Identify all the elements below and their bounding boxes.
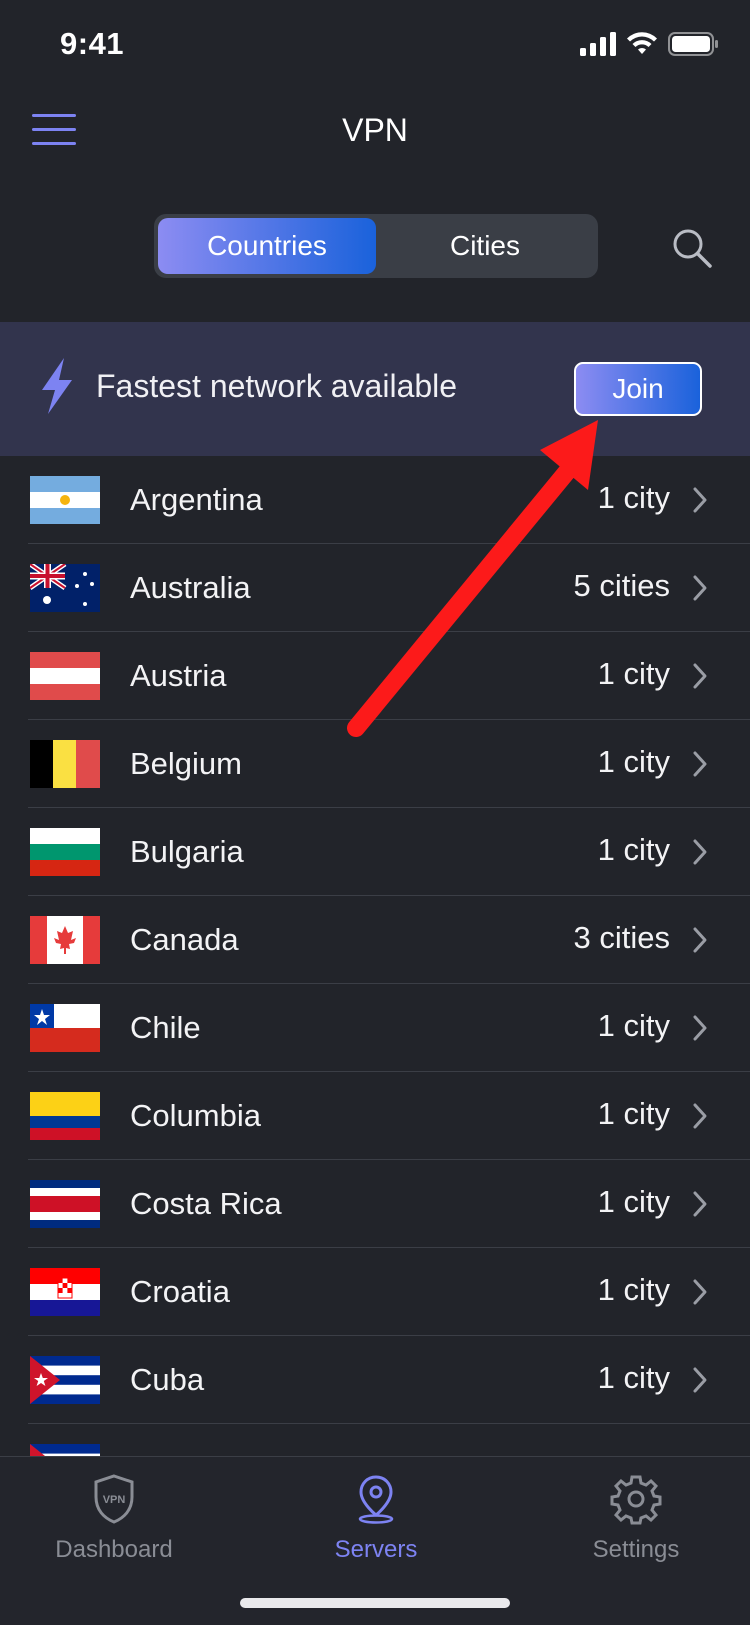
city-count: 1 city bbox=[597, 656, 670, 691]
city-count: 5 cities bbox=[573, 568, 670, 603]
view-segmented-control: Countries Cities bbox=[154, 214, 598, 278]
chile-flag-icon bbox=[30, 1004, 100, 1052]
gear-icon bbox=[610, 1475, 662, 1525]
country-name: Australia bbox=[130, 570, 251, 605]
argentina-flag-icon bbox=[30, 476, 100, 524]
cuba-flag-icon bbox=[30, 1444, 100, 1456]
chevron-right-icon bbox=[693, 1015, 707, 1041]
wifi-icon bbox=[627, 32, 657, 54]
chevron-right-icon bbox=[693, 1191, 707, 1217]
status-bar: 9:41 bbox=[0, 0, 750, 90]
country-name: Belgium bbox=[130, 746, 242, 781]
country-row-partial[interactable] bbox=[0, 1424, 750, 1456]
belgium-flag-icon bbox=[30, 740, 100, 788]
lightning-bolt-icon bbox=[42, 358, 72, 414]
tab-label: Dashboard bbox=[55, 1536, 173, 1563]
chevron-right-icon bbox=[693, 575, 707, 601]
country-name: Canada bbox=[130, 922, 239, 957]
home-indicator bbox=[240, 1598, 510, 1608]
tab-label: Settings bbox=[592, 1536, 680, 1563]
austria-flag-icon bbox=[30, 652, 100, 700]
country-name: Argentina bbox=[130, 482, 263, 517]
city-count: 3 cities bbox=[573, 920, 670, 955]
search-button[interactable] bbox=[670, 226, 714, 270]
chevron-right-icon bbox=[693, 1367, 707, 1393]
city-count: 1 city bbox=[597, 832, 670, 867]
city-count: 1 city bbox=[597, 1008, 670, 1043]
country-row-cuba[interactable]: Cuba 1 city bbox=[0, 1336, 750, 1424]
city-count: 1 city bbox=[597, 744, 670, 779]
chevron-right-icon bbox=[693, 487, 707, 513]
city-count: 1 city bbox=[597, 1272, 670, 1307]
country-name: Bulgaria bbox=[130, 834, 244, 869]
country-row-columbia[interactable]: Columbia 1 city bbox=[0, 1072, 750, 1160]
join-button[interactable]: Join bbox=[574, 362, 702, 416]
status-time: 9:41 bbox=[60, 26, 125, 61]
chevron-right-icon bbox=[693, 839, 707, 865]
chevron-right-icon bbox=[693, 663, 707, 689]
chevron-right-icon bbox=[693, 751, 707, 777]
chevron-right-icon bbox=[693, 927, 707, 953]
country-row-belgium[interactable]: Belgium 1 city bbox=[0, 720, 750, 808]
chevron-right-icon bbox=[693, 1103, 707, 1129]
promo-banner: Fastest network available Join bbox=[0, 322, 750, 456]
svg-text:VPN: VPN bbox=[103, 1494, 126, 1506]
tab-settings[interactable]: Settings bbox=[546, 1473, 726, 1564]
canada-flag-icon bbox=[30, 916, 100, 964]
country-row-chile[interactable]: Chile 1 city bbox=[0, 984, 750, 1072]
city-count: 1 city bbox=[597, 1184, 670, 1219]
country-name: Costa Rica bbox=[130, 1186, 282, 1221]
vpn-shield-icon: VPN bbox=[94, 1474, 134, 1524]
country-row-canada[interactable]: Canada 3 cities bbox=[0, 896, 750, 984]
country-name: Cuba bbox=[130, 1362, 205, 1397]
tab-label: Servers bbox=[334, 1536, 418, 1563]
city-count: 1 city bbox=[597, 1096, 670, 1131]
segment-cities[interactable]: Cities bbox=[376, 218, 594, 274]
country-row-croatia[interactable]: Croatia 1 city bbox=[0, 1248, 750, 1336]
country-row-bulgaria[interactable]: Bulgaria 1 city bbox=[0, 808, 750, 896]
search-icon bbox=[673, 229, 712, 268]
country-name: Austria bbox=[130, 658, 227, 693]
country-name: Columbia bbox=[130, 1098, 261, 1133]
tab-dashboard[interactable]: VPN Dashboard bbox=[24, 1473, 204, 1564]
status-icons bbox=[580, 32, 718, 56]
nav-bar: VPN bbox=[0, 90, 750, 170]
country-name: Croatia bbox=[130, 1274, 230, 1309]
city-count: 1 city bbox=[597, 480, 670, 515]
country-row-argentina[interactable]: Argentina 1 city bbox=[0, 456, 750, 544]
bulgaria-flag-icon bbox=[30, 828, 100, 876]
cellular-signal-icon bbox=[580, 32, 616, 56]
country-row-costa-rica[interactable]: Costa Rica 1 city bbox=[0, 1160, 750, 1248]
country-list: Argentina 1 city Australia 5 cities Aust… bbox=[0, 456, 750, 1456]
segment-countries[interactable]: Countries bbox=[158, 218, 376, 274]
city-count: 1 city bbox=[597, 1360, 670, 1395]
location-pin-icon bbox=[358, 1475, 394, 1524]
chevron-right-icon bbox=[693, 1279, 707, 1305]
croatia-flag-icon bbox=[30, 1268, 100, 1316]
page-title: VPN bbox=[342, 112, 408, 148]
country-name: Chile bbox=[130, 1010, 201, 1045]
country-row-austria[interactable]: Austria 1 city bbox=[0, 632, 750, 720]
tab-servers[interactable]: Servers bbox=[286, 1473, 466, 1564]
banner-text: Fastest network available bbox=[96, 368, 458, 404]
country-row-australia[interactable]: Australia 5 cities bbox=[0, 544, 750, 632]
battery-icon bbox=[668, 32, 718, 56]
costa-rica-flag-icon bbox=[30, 1180, 100, 1228]
colombia-flag-icon bbox=[30, 1092, 100, 1140]
cuba-flag-icon bbox=[30, 1356, 100, 1404]
australia-flag-icon bbox=[30, 564, 100, 612]
